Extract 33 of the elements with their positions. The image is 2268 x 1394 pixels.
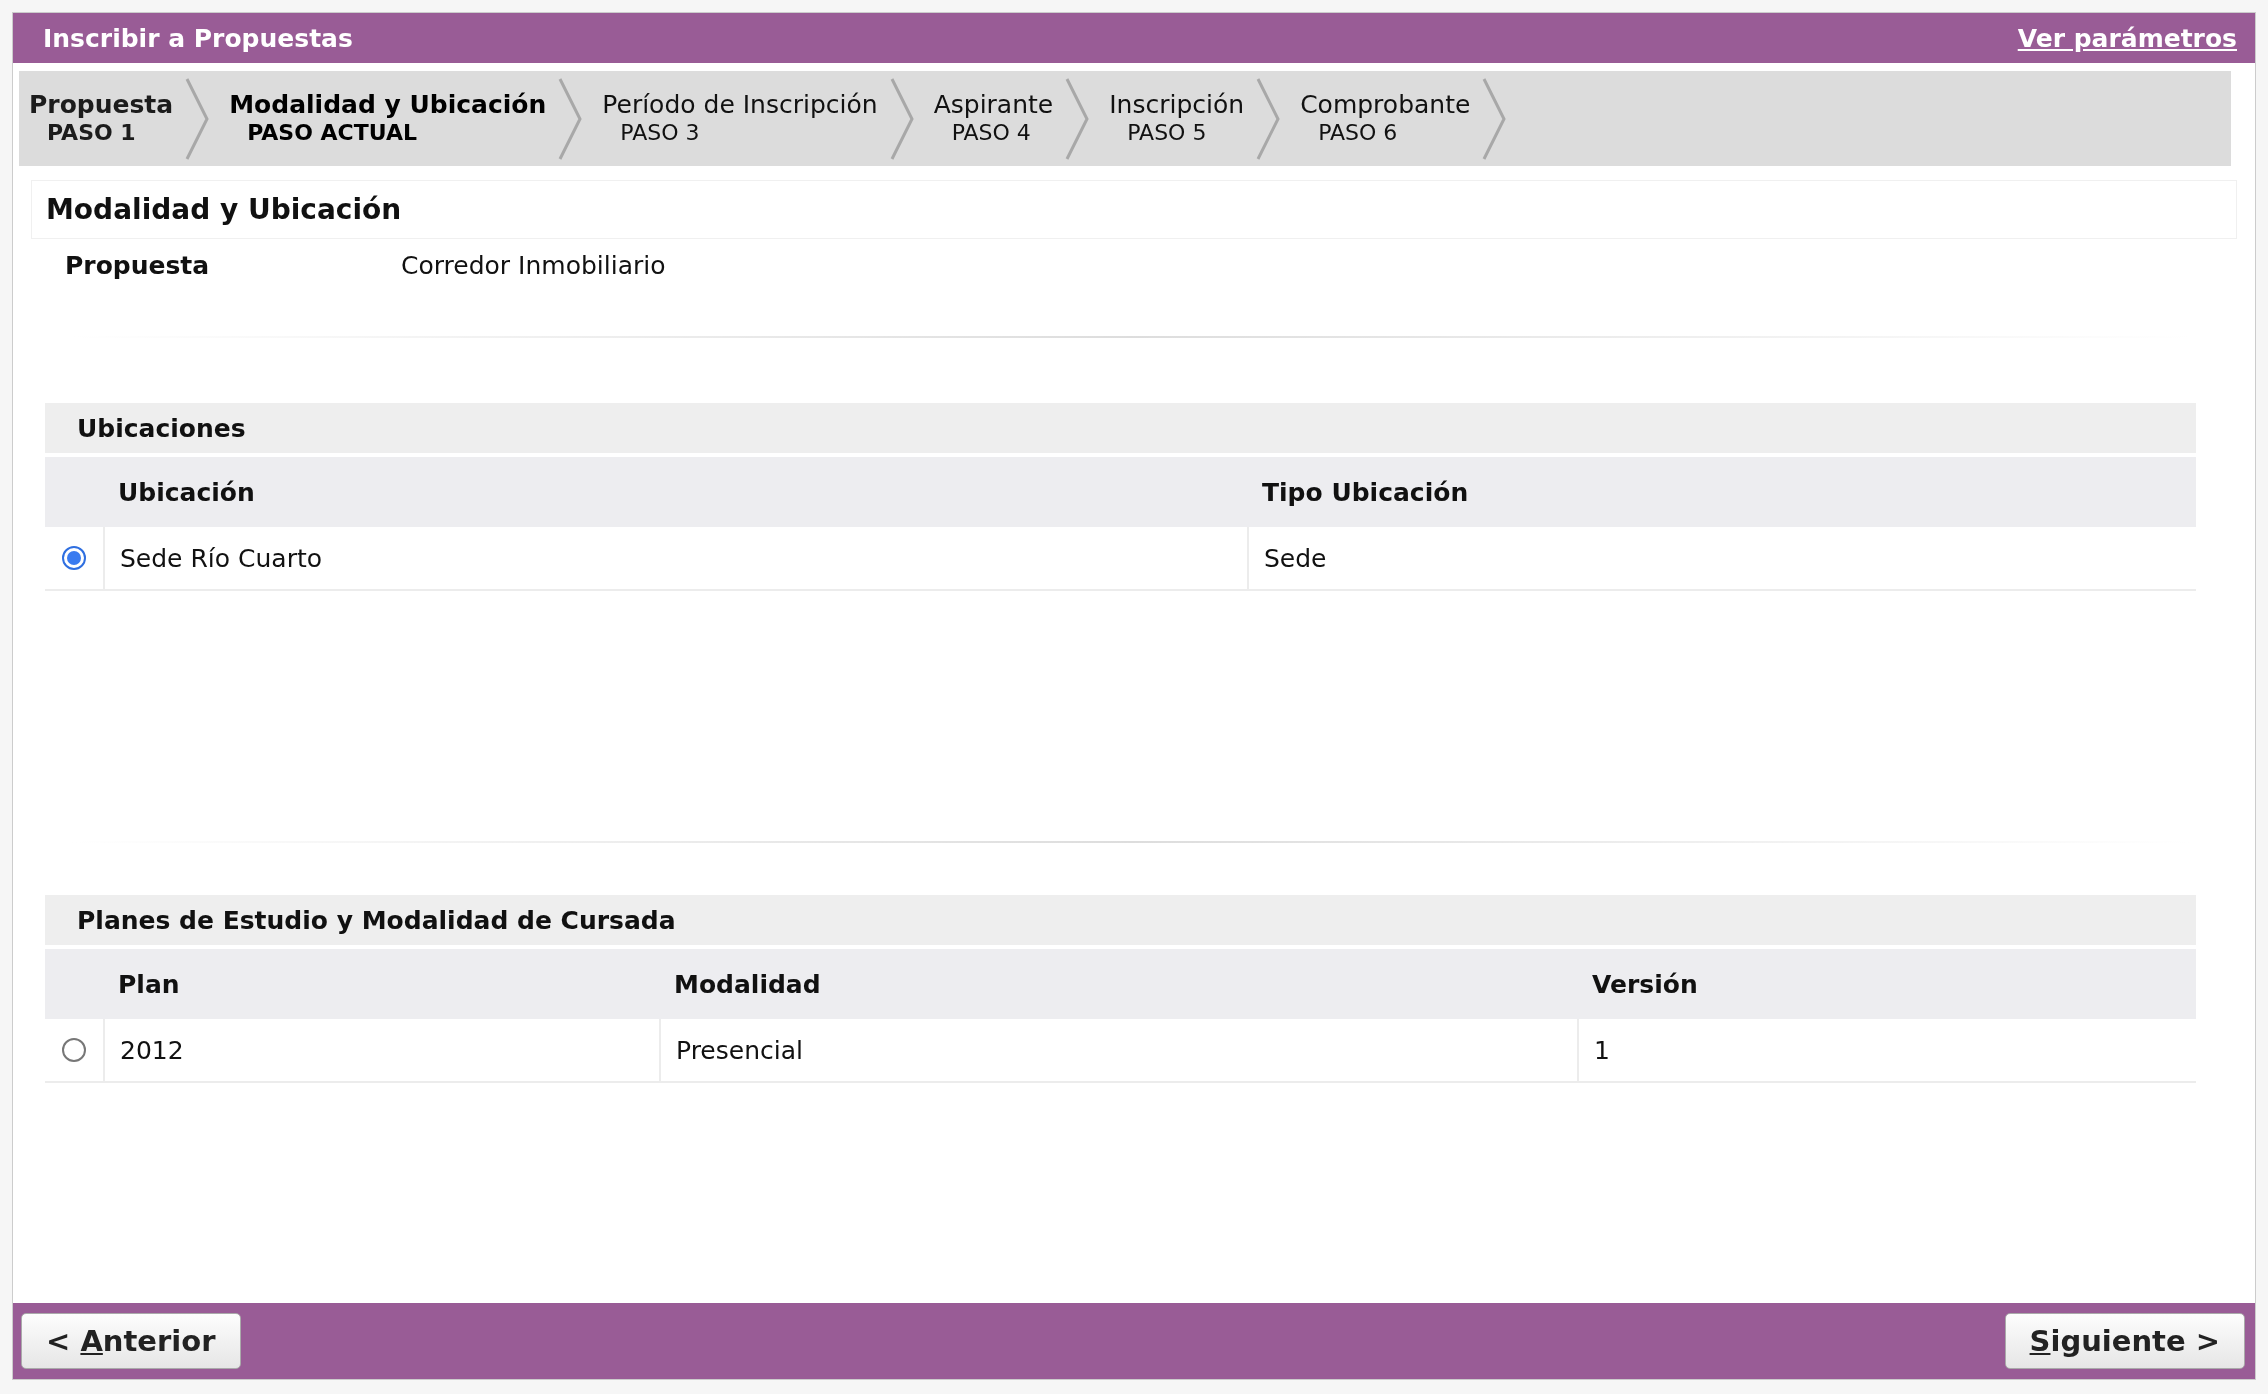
column-header: Modalidad xyxy=(673,968,822,1001)
table-title: Ubicaciones xyxy=(45,403,2196,453)
column-header: Tipo Ubicación xyxy=(1261,476,1470,509)
page-title: Inscribir a Propuestas xyxy=(43,23,353,53)
table-cell: 2012 xyxy=(103,1019,659,1081)
step-name: Propuesta xyxy=(29,90,174,119)
field-value: Corredor Inmobiliario xyxy=(401,251,666,280)
step-name: Comprobante xyxy=(1300,90,1471,119)
next-button[interactable]: Siguiente > xyxy=(2004,1313,2245,1369)
table-title: Planes de Estudio y Modalidad de Cursada xyxy=(45,895,2196,945)
step-number: PASO 4 xyxy=(950,118,1032,147)
step-number: PASO ACTUAL xyxy=(246,118,418,147)
back-button[interactable]: < Anterior xyxy=(21,1313,241,1369)
radio-button[interactable] xyxy=(62,546,86,570)
step-name: Inscripción xyxy=(1109,90,1245,119)
column-header: Plan xyxy=(117,968,181,1001)
column-header: Versión xyxy=(1591,968,1699,1001)
parameters-link[interactable]: Ver parámetros xyxy=(2017,23,2237,53)
step-number: PASO 1 xyxy=(46,118,137,147)
table-cell: Presencial xyxy=(659,1019,1577,1081)
step-number: PASO 6 xyxy=(1317,118,1399,147)
step-number: PASO 5 xyxy=(1126,118,1208,147)
step-number: PASO 3 xyxy=(619,118,701,147)
table-cell: Sede xyxy=(1247,527,2196,589)
step-name: Aspirante xyxy=(933,90,1054,119)
step-name: Período de Inscripción xyxy=(602,90,878,119)
column-header: Ubicación xyxy=(117,476,256,509)
table-cell: 1 xyxy=(1577,1019,2196,1081)
section-title: Modalidad y Ubicación xyxy=(31,180,2237,239)
table-cell: Sede Río Cuarto xyxy=(103,527,1247,589)
field-label: Propuesta xyxy=(65,251,211,280)
step-name: Modalidad y Ubicación xyxy=(229,90,547,119)
radio-button[interactable] xyxy=(62,1038,86,1062)
